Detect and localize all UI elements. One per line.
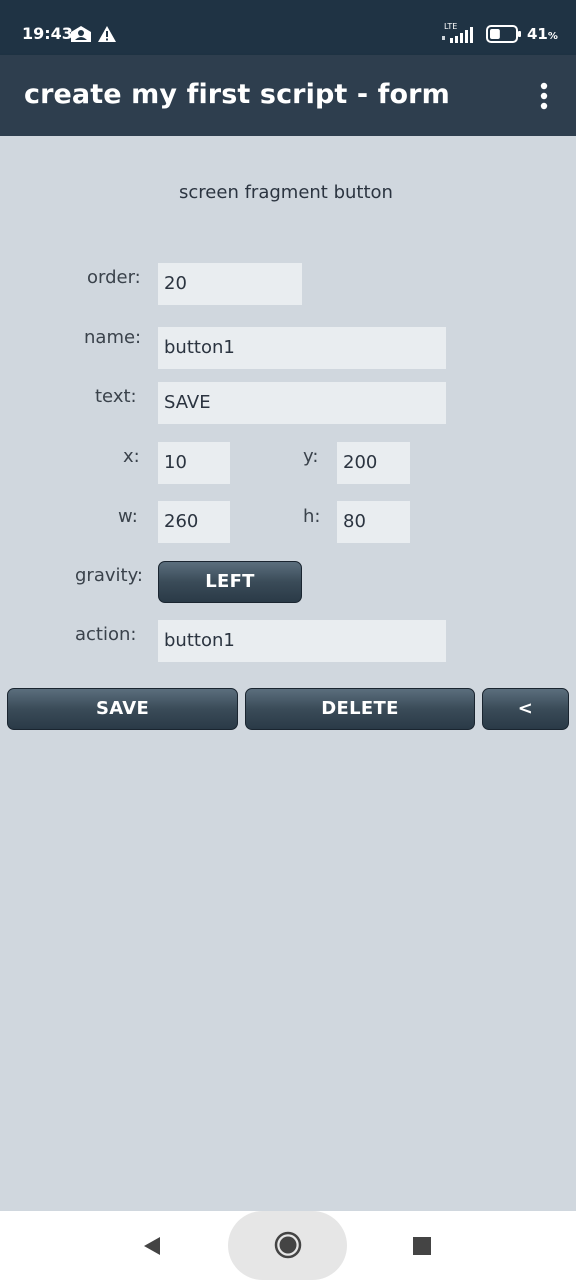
- message-notification-icon: [71, 26, 91, 42]
- back-icon[interactable]: [140, 1235, 164, 1257]
- order-label: order:: [87, 267, 141, 288]
- order-field[interactable]: 20: [158, 263, 302, 305]
- h-field[interactable]: 80: [337, 501, 410, 543]
- action-field[interactable]: button1: [158, 620, 446, 662]
- status-time: 19:43: [22, 24, 73, 43]
- action-label: action:: [75, 624, 137, 645]
- page-title: create my first script - form: [24, 79, 450, 110]
- text-field[interactable]: SAVE: [158, 382, 446, 424]
- name-field[interactable]: button1: [158, 327, 446, 369]
- battery-percent-value: 41: [527, 25, 548, 43]
- h-label: h:: [303, 506, 321, 527]
- signal-icon: [442, 27, 473, 43]
- gravity-button[interactable]: LEFT: [158, 561, 302, 603]
- home-icon[interactable]: [274, 1231, 302, 1259]
- x-label: x:: [123, 446, 140, 467]
- battery-percent-unit: %: [547, 31, 558, 42]
- battery-percent: 41%: [527, 25, 558, 43]
- y-field[interactable]: 200: [337, 442, 410, 484]
- gravity-label: gravity:: [75, 565, 143, 586]
- back-nav-button[interactable]: <: [482, 688, 569, 730]
- delete-button[interactable]: DELETE: [245, 688, 475, 730]
- w-field[interactable]: 260: [158, 501, 230, 543]
- save-button[interactable]: SAVE: [7, 688, 238, 730]
- recents-icon[interactable]: [412, 1236, 432, 1256]
- x-field[interactable]: 10: [158, 442, 230, 484]
- name-label: name:: [84, 327, 142, 348]
- more-vert-icon[interactable]: [530, 81, 558, 113]
- text-label: text:: [95, 386, 137, 407]
- app-bar: create my first script - form: [0, 55, 576, 136]
- y-label: y:: [303, 446, 319, 467]
- status-bar: 19:43 LTE 41%: [0, 0, 576, 55]
- form-heading: screen fragment button: [179, 182, 393, 203]
- warning-icon: [98, 26, 116, 42]
- navigation-bar: [0, 1211, 576, 1280]
- battery-icon: [486, 25, 521, 43]
- w-label: w:: [118, 506, 138, 527]
